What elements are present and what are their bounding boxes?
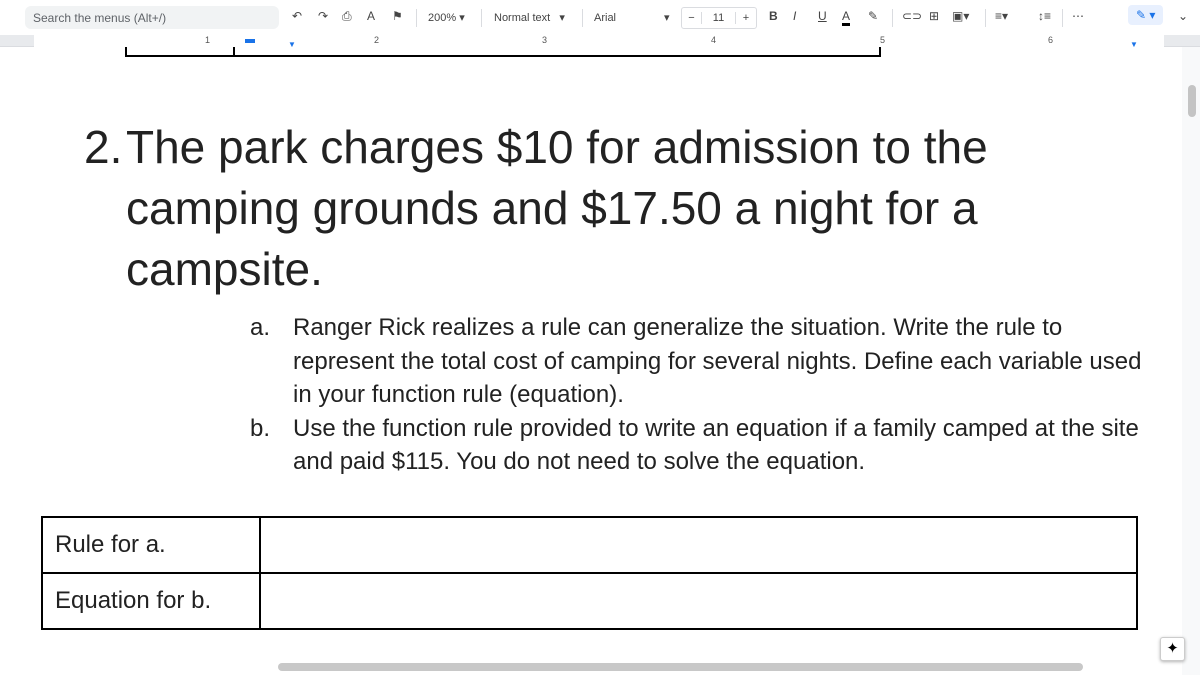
more-icon[interactable]: ⋯ — [1072, 9, 1084, 23]
toolbar: Search the menus (Alt+/) ↶ ↷ ⎙ A ⚑ 200% … — [0, 0, 1200, 35]
paint-format-icon[interactable]: ⚑ — [392, 9, 403, 23]
decrease-font-size-button[interactable]: − — [682, 12, 702, 24]
undo-icon[interactable]: ↶ — [292, 9, 302, 23]
highlight-icon[interactable]: ✎ — [868, 9, 878, 23]
font-select[interactable]: Arial ▾ — [594, 11, 670, 24]
ruler[interactable]: 1 2 3 4 5 6 ▼ ▼ — [0, 35, 1200, 49]
answer-table: Rule for a. Equation for b. — [41, 516, 1138, 630]
collapse-chevron-icon[interactable]: ⌄ — [1178, 9, 1188, 23]
underline-button[interactable]: U — [818, 9, 827, 23]
editing-mode-button[interactable]: ✎ ▾ — [1128, 5, 1164, 25]
spellcheck-icon[interactable]: A — [367, 9, 375, 23]
question-number: 2. — [84, 121, 123, 173]
italic-button[interactable]: I — [793, 9, 796, 23]
font-size-stepper: − 11 + — [681, 7, 757, 29]
first-line-indent-handle[interactable] — [245, 39, 255, 43]
answer-cell[interactable] — [259, 572, 1138, 630]
sub-question-b: b. Use the function rule provided to writ… — [250, 414, 1139, 476]
explore-icon[interactable]: ✦ — [1160, 637, 1185, 661]
align-icon[interactable]: ≡▾ — [995, 9, 1008, 23]
text-color-button[interactable]: A — [842, 9, 851, 26]
question-2: 2. The park charges $10 for admission to… — [84, 117, 1084, 300]
search-menus-input[interactable]: Search the menus (Alt+/) — [25, 6, 279, 29]
row-label: Equation for b. — [41, 572, 261, 630]
style-select[interactable]: Normal text ▾ — [494, 11, 565, 24]
bold-button[interactable]: B — [769, 9, 778, 23]
vertical-scrollbar[interactable] — [1188, 85, 1196, 117]
answer-cell[interactable] — [259, 516, 1138, 574]
line-spacing-icon[interactable]: ↕≡ — [1038, 9, 1051, 23]
row-label: Rule for a. — [41, 516, 261, 574]
zoom-select[interactable]: 200% ▾ — [428, 11, 465, 24]
increase-font-size-button[interactable]: + — [736, 12, 756, 24]
previous-table-bottom — [125, 47, 881, 57]
print-icon[interactable]: ⎙ — [342, 9, 352, 24]
image-icon[interactable]: ▣▾ — [952, 9, 969, 23]
link-icon[interactable]: ⊂⊃ — [902, 9, 922, 23]
table-row: Equation for b. — [41, 572, 1138, 630]
document-page[interactable]: 2. The park charges $10 for admission to… — [0, 47, 1182, 675]
sub-question-a: a. Ranger Rick realizes a rule can genera… — [250, 314, 1142, 408]
table-row: Rule for a. — [41, 516, 1138, 574]
font-size-input[interactable]: 11 — [702, 12, 736, 24]
redo-icon[interactable]: ↷ — [318, 9, 328, 23]
question-text: The park charges $10 for admission to th… — [126, 121, 988, 295]
comment-icon[interactable]: ⊞ — [929, 9, 939, 23]
sub-questions: a. Ranger Rick realizes a rule can genera… — [250, 311, 1150, 479]
horizontal-scrollbar[interactable] — [278, 663, 1083, 671]
